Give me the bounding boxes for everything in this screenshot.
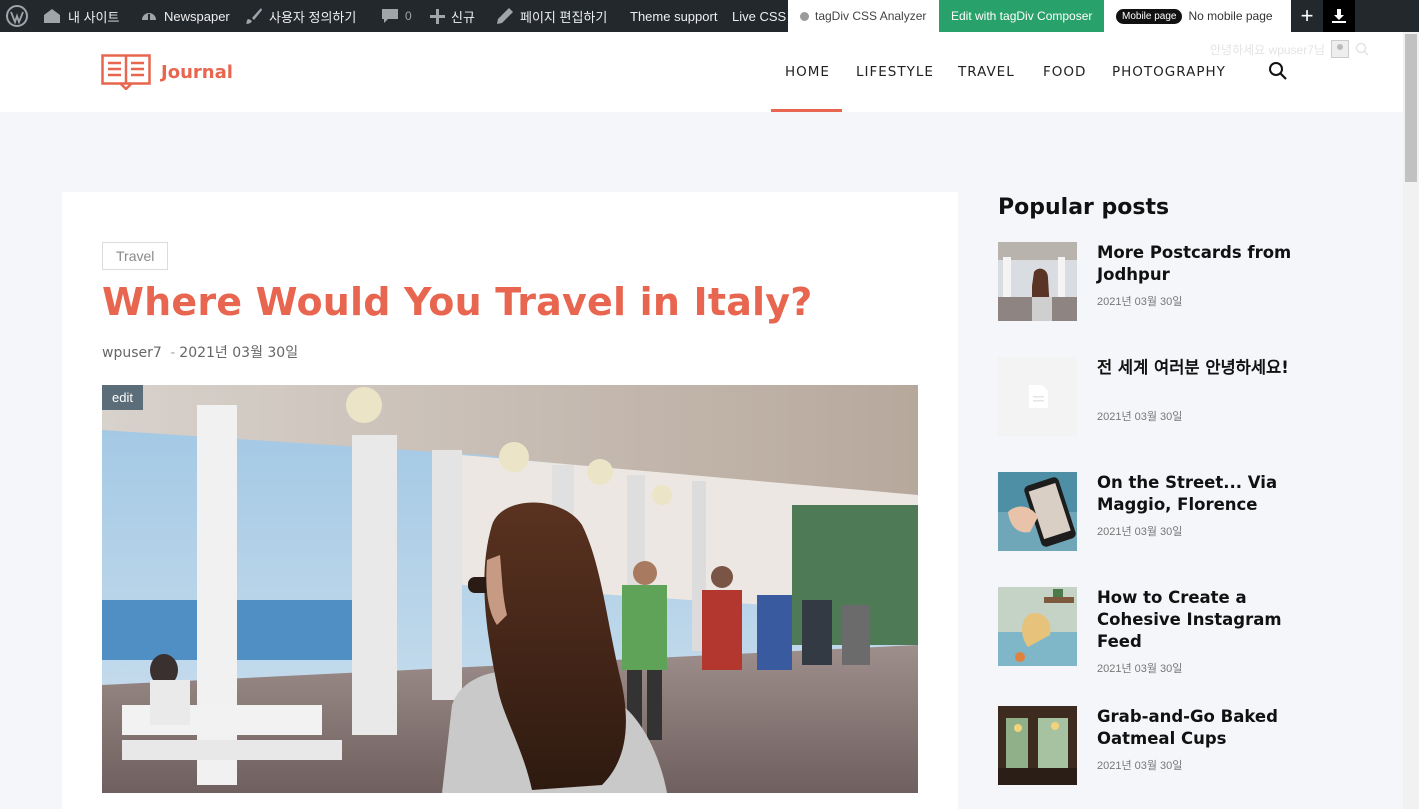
plus-icon: + <box>1300 3 1314 28</box>
category-tag[interactable]: Travel <box>102 242 169 270</box>
my-site-label: 내 사이트 <box>68 9 120 25</box>
post-meta: wpuser7 -2021년 03월 30일 <box>102 342 298 362</box>
post-thumbnail[interactable] <box>998 587 1077 666</box>
status-dot-icon <box>800 11 809 21</box>
customize-menu[interactable]: 사용자 정의하기 <box>245 0 356 32</box>
popular-post-title[interactable]: More Postcards from Jodhpur <box>1097 242 1297 286</box>
popular-post-item[interactable]: Grab-and-Go Baked Oatmeal Cups 2021년 03월… <box>998 706 1298 786</box>
live-css-link[interactable]: Live CSS <box>732 0 786 32</box>
scrollbar-thumb[interactable] <box>1405 34 1417 182</box>
composer-label: Edit with tagDiv Composer <box>951 9 1093 23</box>
download-button[interactable] <box>1323 0 1355 32</box>
pencil-icon <box>497 8 513 24</box>
live-css-label: Live CSS <box>732 8 787 24</box>
post-thumbnail[interactable] <box>998 706 1077 785</box>
edit-image-button[interactable]: edit <box>102 385 143 410</box>
popular-post-item[interactable]: On the Street... Via Maggio, Florence 20… <box>998 472 1298 552</box>
css-analyzer-button[interactable]: tagDiv CSS Analyzer <box>788 0 939 32</box>
article-card: Travel Where Would You Travel in Italy? … <box>62 192 958 809</box>
popular-post-item[interactable]: 전 세계 여러분 안녕하세요! 2021년 03월 30일 <box>998 357 1298 437</box>
new-label: 신규 <box>451 9 475 25</box>
new-content-menu[interactable]: 신규 <box>430 0 475 32</box>
placeholder-document-icon <box>998 357 1077 436</box>
home-icon <box>44 9 60 23</box>
post-title: Where Would You Travel in Italy? <box>102 280 813 324</box>
popular-post-item[interactable]: More Postcards from Jodhpur 2021년 03월 30… <box>998 242 1298 322</box>
header-search-button[interactable] <box>1268 61 1288 85</box>
book-logo-icon <box>101 54 151 90</box>
popular-post-date: 2021년 03월 30일 <box>1097 526 1183 538</box>
popular-post-date: 2021년 03월 30일 <box>1097 296 1183 308</box>
nav-home[interactable]: HOME <box>785 64 830 80</box>
avatar <box>1330 40 1349 58</box>
page-scrollbar[interactable] <box>1403 32 1419 809</box>
popular-post-date: 2021년 03월 30일 <box>1097 663 1183 675</box>
promenade-photo <box>102 385 918 793</box>
theme-support-label: Theme support <box>630 8 718 24</box>
popular-post-item[interactable]: How to Create a Cohesive Instagram Feed … <box>998 587 1298 675</box>
edit-page-label: 페이지 편집하기 <box>520 9 608 25</box>
mobile-page-badge: Mobile page <box>1116 8 1183 24</box>
logo-text: Journal <box>161 61 233 83</box>
post-date: 2021년 03월 30일 <box>179 345 299 361</box>
mobile-page-indicator[interactable]: Mobile page No mobile page <box>1104 0 1291 32</box>
popular-post-date: 2021년 03월 30일 <box>1097 411 1183 423</box>
admin-bar: 내 사이트 Newspaper 사용자 정의하기 0 신규 페이지 편집하기 T… <box>0 0 1419 32</box>
bedroom-thumbnail-image <box>998 587 1077 666</box>
nav-lifestyle[interactable]: LIFESTYLE <box>856 64 934 80</box>
add-button[interactable]: + <box>1291 0 1323 32</box>
mobile-page-label: No mobile page <box>1188 9 1273 23</box>
customize-label: 사용자 정의하기 <box>269 9 357 25</box>
greeting-text: 안녕하세요 wpuser7님 <box>1210 42 1325 57</box>
walkway-thumbnail-image <box>998 242 1077 321</box>
nav-food[interactable]: FOOD <box>1043 64 1086 80</box>
popular-posts-title: Popular posts <box>998 195 1170 220</box>
dashboard-gauge-icon <box>142 13 156 20</box>
comments-menu[interactable]: 0 <box>381 0 412 32</box>
css-analyzer-label: tagDiv CSS Analyzer <box>815 9 927 23</box>
user-greeting[interactable]: 안녕하세요 wpuser7님 <box>1210 40 1369 58</box>
theme-menu[interactable]: Newspaper <box>140 0 230 32</box>
my-site-menu[interactable]: 내 사이트 <box>42 0 119 32</box>
theme-label: Newspaper <box>164 8 230 24</box>
popular-post-title[interactable]: On the Street... Via Maggio, Florence <box>1097 472 1297 516</box>
wordpress-logo-icon[interactable] <box>6 0 28 32</box>
popular-post-title[interactable]: How to Create a Cohesive Instagram Feed <box>1097 587 1297 653</box>
search-icon <box>1269 62 1287 80</box>
featured-image <box>102 385 918 793</box>
popular-post-title[interactable]: Grab-and-Go Baked Oatmeal Cups <box>1097 706 1297 750</box>
nav-photography[interactable]: PHOTOGRAPHY <box>1112 64 1226 80</box>
popular-post-title[interactable]: 전 세계 여러분 안녕하세요! <box>1097 357 1297 379</box>
post-thumbnail[interactable] <box>998 242 1077 321</box>
nav-active-indicator <box>771 109 842 112</box>
admin-search-icon[interactable] <box>1355 42 1369 56</box>
post-thumbnail[interactable] <box>998 472 1077 551</box>
brush-icon <box>246 8 262 24</box>
tagdiv-composer-button[interactable]: Edit with tagDiv Composer <box>939 0 1104 32</box>
phone-in-hand-thumbnail-image <box>998 472 1077 551</box>
edit-page-menu[interactable]: 페이지 편집하기 <box>496 0 607 32</box>
theme-support-link[interactable]: Theme support <box>630 0 717 32</box>
cafe-interior-thumbnail-image <box>998 706 1077 785</box>
site-header: Journal HOME LIFESTYLE TRAVEL FOOD PHOTO… <box>0 32 1403 112</box>
nav-travel[interactable]: TRAVEL <box>958 64 1015 80</box>
comments-count: 0 <box>405 9 412 23</box>
post-author[interactable]: wpuser7 <box>102 345 162 361</box>
comment-bubble-icon <box>382 9 398 23</box>
site-logo[interactable]: Journal <box>101 54 233 90</box>
plus-icon <box>430 8 445 24</box>
post-thumbnail[interactable] <box>998 357 1077 436</box>
meta-separator: - <box>170 345 176 361</box>
download-icon <box>1332 9 1346 23</box>
popular-post-date: 2021년 03월 30일 <box>1097 760 1183 772</box>
